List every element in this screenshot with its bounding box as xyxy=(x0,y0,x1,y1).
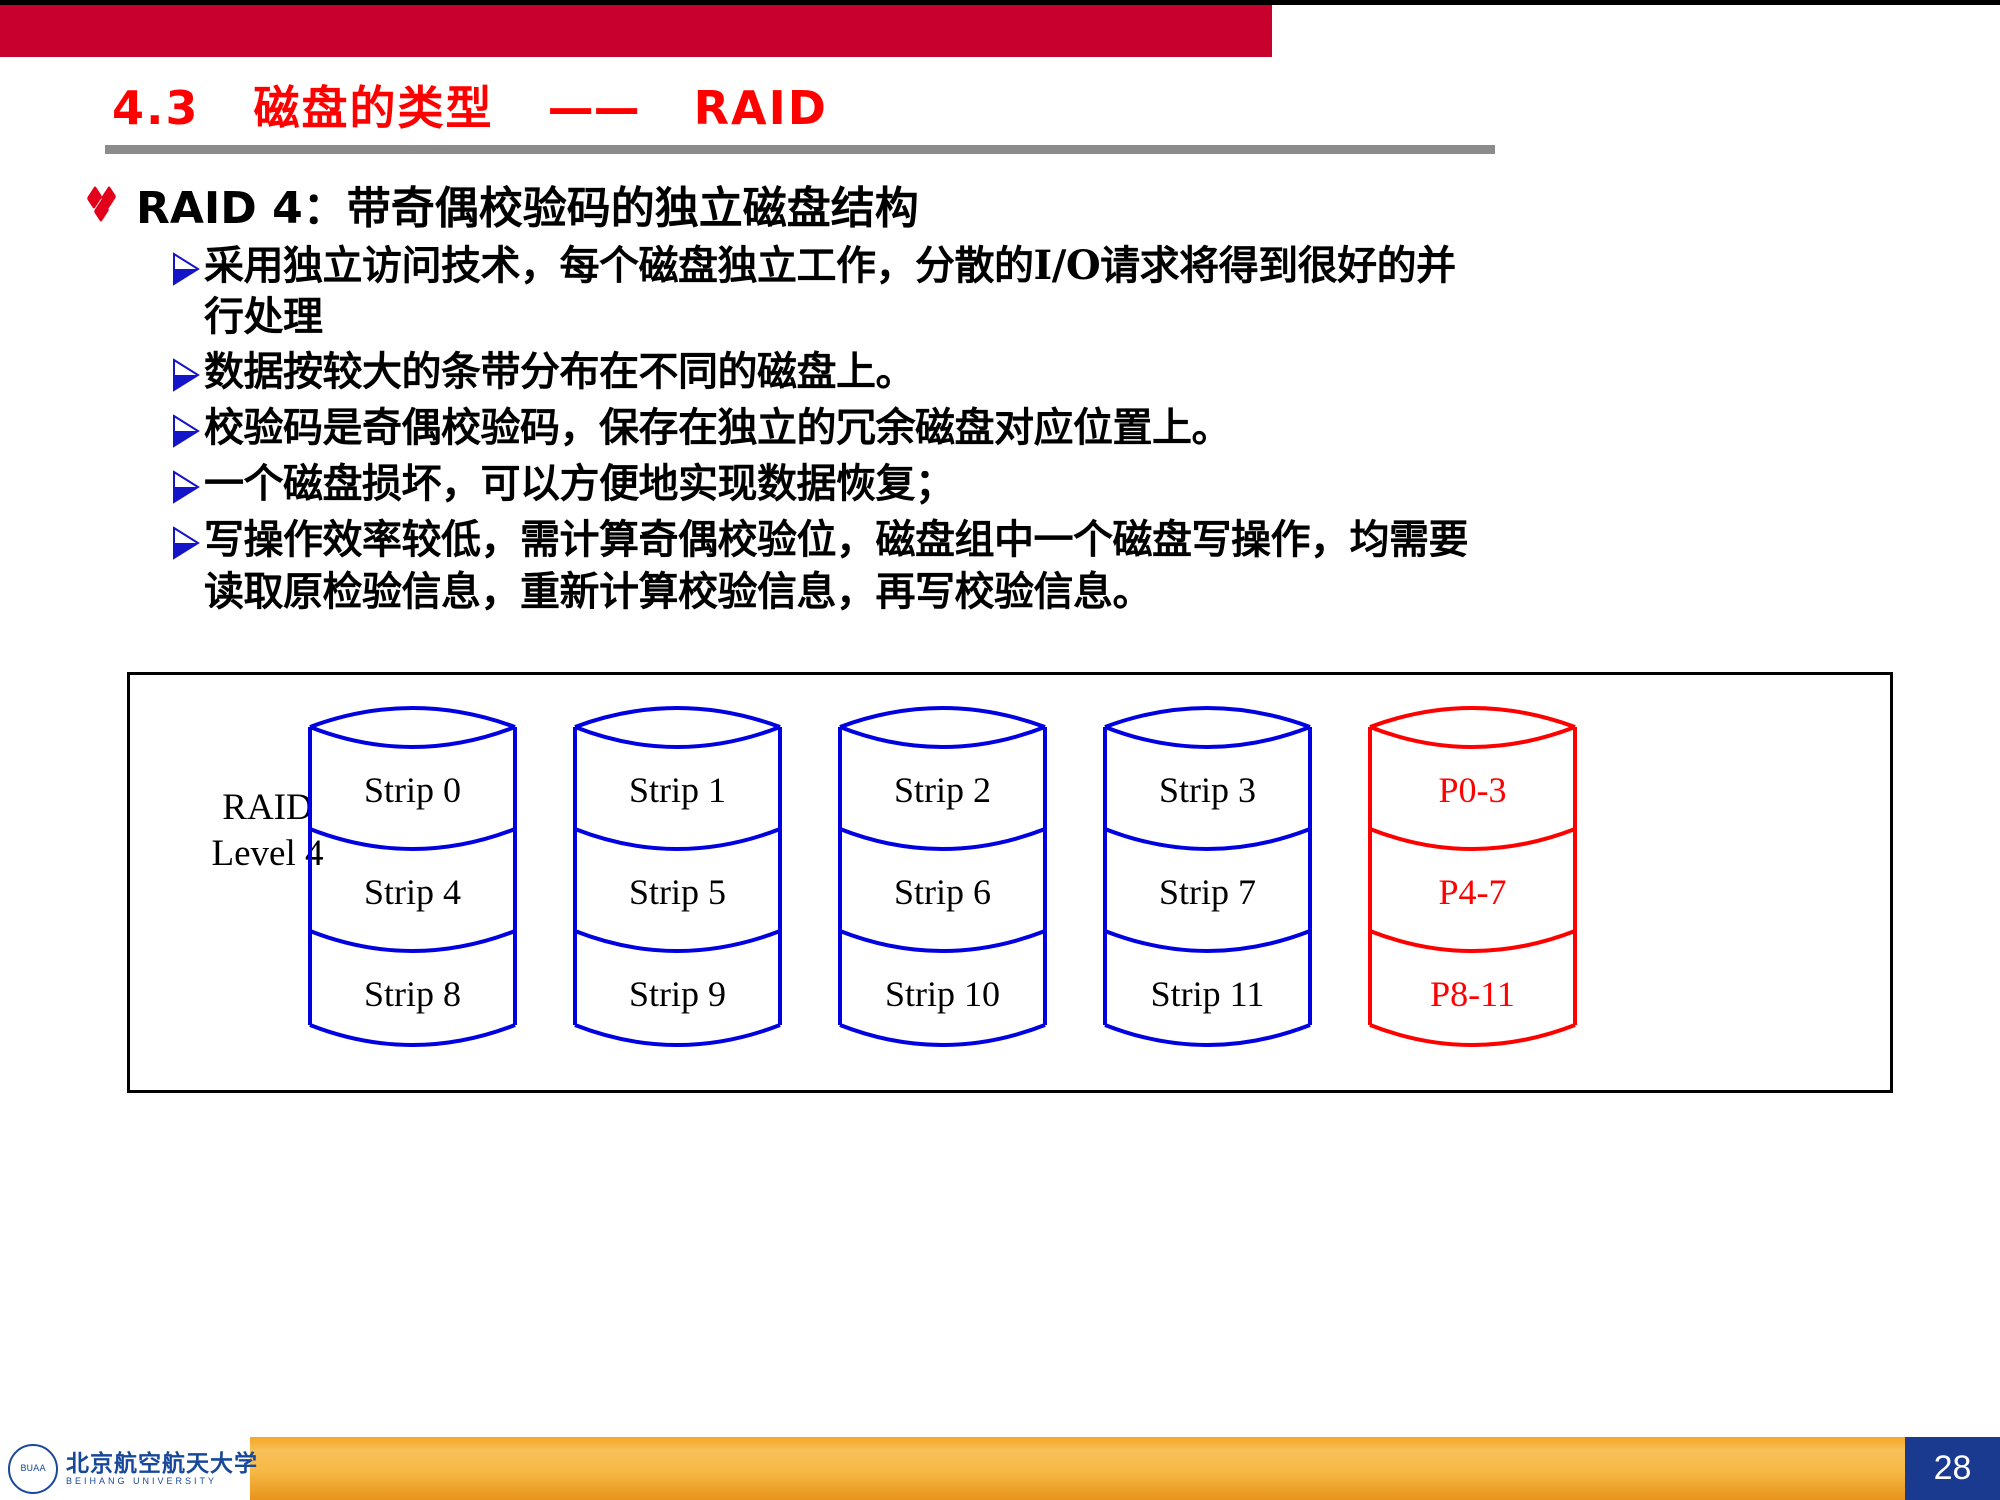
arrow-bullet-icon xyxy=(170,522,204,566)
parity-cell: P4-7 xyxy=(1438,872,1507,912)
list-item: 一个磁盘损坏，可以方便地实现数据恢复； xyxy=(170,458,1480,510)
parity-cell: P8-11 xyxy=(1430,974,1515,1014)
parity-cell: P0-3 xyxy=(1438,770,1507,810)
title-suffix: RAID xyxy=(693,81,828,135)
arrow-bullet-icon xyxy=(170,466,204,510)
bullet-list: 采用独立访问技术，每个磁盘独立工作，分散的I/O请求将得到很好的并行处理 数据按… xyxy=(170,240,1480,621)
disk-cylinder: Strip 0 Strip 4 Strip 8 xyxy=(305,705,520,1047)
disk-cell: Strip 7 xyxy=(1158,872,1256,912)
title-main: 磁盘的类型 xyxy=(253,81,494,135)
disk-cell: Strip 0 xyxy=(363,770,461,810)
disk-cell: Strip 8 xyxy=(363,974,461,1014)
diamond-bullet-icon xyxy=(86,185,118,223)
list-item: 写操作效率较低，需计算奇偶校验位，磁盘组中一个磁盘写操作，均需要读取原检验信息，… xyxy=(170,514,1480,616)
list-item-label: 数据按较大的条带分布在不同的磁盘上。 xyxy=(204,348,916,396)
university-seal-icon: BUAA xyxy=(8,1444,58,1494)
disk-cell: Strip 1 xyxy=(628,770,726,810)
disk-cell: Strip 2 xyxy=(893,770,991,810)
heading-text: RAID 4：带奇偶校验码的独立磁盘结构 xyxy=(136,183,919,234)
disk-cell: Strip 3 xyxy=(1158,770,1256,810)
disk-cylinder: Strip 2 Strip 6 Strip 10 xyxy=(835,705,1050,1047)
page-number: 28 xyxy=(1933,1449,1972,1487)
title-dash: —— xyxy=(547,81,640,135)
disk-cylinder: Strip 1 Strip 5 Strip 9 xyxy=(570,705,785,1047)
list-item: 数据按较大的条带分布在不同的磁盘上。 xyxy=(170,346,1480,398)
title-underline-rule xyxy=(105,145,1495,154)
heading-row: RAID 4：带奇偶校验码的独立磁盘结构 xyxy=(86,172,919,236)
disk-cell: Strip 5 xyxy=(628,872,726,912)
disk-cell: Strip 10 xyxy=(884,974,1000,1014)
list-item-label: 校验码是奇偶校验码，保存在独立的冗余磁盘对应位置上。 xyxy=(204,404,1232,452)
title-number: 4.3 xyxy=(112,81,200,135)
university-name-cn: 北京航空航天大学 xyxy=(66,1449,258,1477)
university-name-en: BEIHANG UNIVERSITY xyxy=(66,1476,218,1487)
parity-disk-cylinder: P0-3 P4-7 P8-11 xyxy=(1365,705,1580,1047)
disk-row: Strip 0 Strip 4 Strip 8 Strip 1 Strip 5 … xyxy=(305,705,1580,1047)
disk-cell: Strip 4 xyxy=(363,872,461,912)
header-red-band xyxy=(0,5,1272,57)
university-logo: BUAA 北京航空航天大学 BEIHANG UNIVERSITY xyxy=(8,1444,258,1494)
disk-cell: Strip 9 xyxy=(628,974,726,1014)
disk-cell: Strip 6 xyxy=(893,872,991,912)
list-item-label: 采用独立访问技术，每个磁盘独立工作，分散的I/O请求将得到很好的并行处理 xyxy=(204,242,1456,341)
list-item-label: 写操作效率较低，需计算奇偶校验位，磁盘组中一个磁盘写操作，均需要读取原检验信息，… xyxy=(204,516,1469,615)
disk-cell: Strip 11 xyxy=(1150,974,1265,1014)
page-number-box: 28 xyxy=(1905,1437,2000,1500)
arrow-bullet-icon xyxy=(170,354,204,398)
list-item: 校验码是奇偶校验码，保存在独立的冗余磁盘对应位置上。 xyxy=(170,402,1480,454)
arrow-bullet-icon xyxy=(170,248,204,292)
footer-gold-bar xyxy=(0,1437,2000,1500)
disk-cylinder: Strip 3 Strip 7 Strip 11 xyxy=(1100,705,1315,1047)
arrow-bullet-icon xyxy=(170,410,204,454)
list-item-label: 一个磁盘损坏，可以方便地实现数据恢复； xyxy=(204,460,955,508)
slide-title: 4.3 磁盘的类型 —— RAID xyxy=(112,72,828,138)
list-item: 采用独立访问技术，每个磁盘独立工作，分散的I/O请求将得到很好的并行处理 xyxy=(170,240,1480,342)
raid-diagram: RAID Level 4 Strip 0 Strip 4 Strip 8 Str… xyxy=(127,672,1893,1093)
